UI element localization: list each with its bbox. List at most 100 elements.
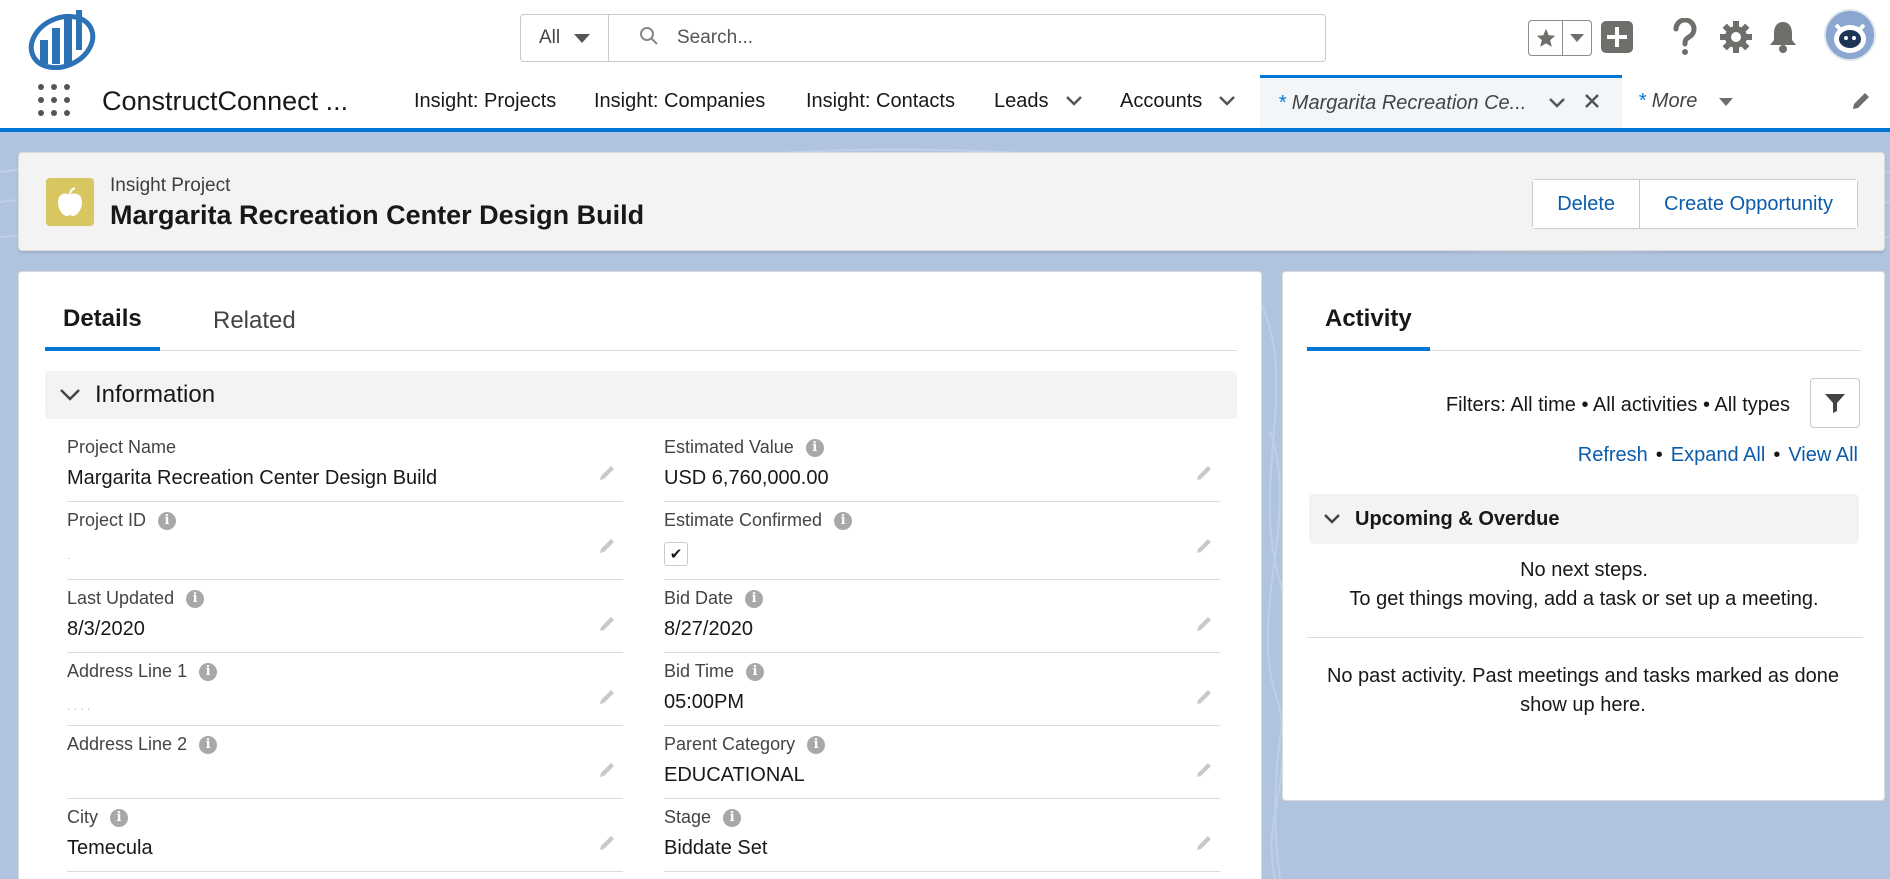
caret-down-icon	[574, 33, 591, 43]
favorites-dropdown-button[interactable]	[1563, 21, 1591, 55]
edit-pencil-icon[interactable]	[1194, 614, 1214, 639]
field-value: 8/3/2020	[67, 618, 145, 640]
field-city: City i Temecula	[67, 799, 623, 872]
activity-filters-text: Filters: All time • All activities • All…	[1445, 394, 1790, 416]
separator: •	[1773, 444, 1781, 466]
gear-icon	[1720, 21, 1752, 53]
plus-square-icon	[1601, 21, 1633, 53]
info-icon[interactable]: i	[158, 511, 177, 530]
field-label: Bid Date i	[664, 588, 764, 609]
info-icon[interactable]: i	[834, 511, 853, 530]
upcoming-title: Upcoming & Overdue	[1355, 507, 1560, 530]
chevron-down-icon	[1323, 508, 1341, 531]
nav-tab-margarita-recreation[interactable]: * Margarita Recreation Ce...	[1260, 75, 1622, 128]
edit-pencil-icon[interactable]	[1194, 760, 1214, 785]
edit-pencil-icon[interactable]	[597, 760, 617, 785]
no-past-activity-message: No past activity. Past meetings and task…	[1323, 662, 1843, 720]
user-avatar[interactable]	[1824, 9, 1876, 61]
app-name: ConstructConnect ...	[102, 86, 349, 116]
nav-item-insight-projects[interactable]: Insight: Projects	[414, 75, 556, 128]
refresh-link[interactable]: Refresh	[1578, 444, 1648, 467]
estimate-confirmed-checkbox[interactable]: ✔	[664, 542, 688, 566]
filter-button[interactable]	[1810, 378, 1860, 428]
favorite-star-button[interactable]	[1529, 21, 1563, 55]
nav-more-label: More	[1651, 90, 1698, 112]
search-scope-dropdown[interactable]: All	[521, 15, 609, 61]
message-line: To get things moving, add a task or set …	[1349, 588, 1819, 610]
info-icon[interactable]: i	[805, 438, 824, 457]
field-estimate-confirmed: Estimate Confirmed i ✔	[664, 502, 1220, 580]
edit-pencil-icon[interactable]	[597, 687, 617, 712]
field-bid-date: Bid Date i 8/27/2020	[664, 580, 1220, 653]
info-icon[interactable]: i	[186, 589, 205, 608]
nav-item-label: Leads	[994, 90, 1049, 112]
info-icon[interactable]: i	[199, 735, 218, 754]
edit-pencil-icon[interactable]	[1194, 833, 1214, 858]
edit-pencil-icon[interactable]	[597, 614, 617, 639]
message-line: show up here.	[1520, 694, 1646, 716]
tab-activity[interactable]: Activity	[1307, 290, 1430, 351]
search-field	[609, 15, 1325, 61]
no-next-steps-message: No next steps. To get things moving, add…	[1309, 556, 1859, 614]
edit-pencil-icon[interactable]	[1194, 463, 1214, 488]
field-project-name: Project Name Margarita Recreation Center…	[67, 429, 623, 502]
expand-all-link[interactable]: Expand All	[1671, 444, 1766, 467]
search-input[interactable]	[677, 27, 1277, 49]
message-line: No past activity. Past meetings and task…	[1326, 665, 1840, 687]
nav-tab-label: Margarita Recreation Ce...	[1291, 91, 1527, 114]
info-icon[interactable]: i	[745, 589, 764, 608]
edit-nav-button[interactable]	[1850, 90, 1872, 117]
field-value: 05:00PM	[664, 691, 745, 713]
view-all-link[interactable]: View All	[1788, 444, 1858, 467]
field-bid-time: Bid Time i 05:00PM	[664, 653, 1220, 726]
nav-item-leads[interactable]: Leads	[994, 75, 1083, 128]
upcoming-overdue-toggle[interactable]: Upcoming & Overdue	[1309, 494, 1859, 544]
create-opportunity-button[interactable]: Create Opportunity	[1639, 180, 1857, 228]
tab-details[interactable]: Details	[45, 290, 160, 351]
field-parent-category: Parent Category i EDUCATIONAL	[664, 726, 1220, 799]
unsaved-marker: *	[1638, 90, 1646, 112]
field-label: Parent Category i	[664, 734, 826, 755]
company-logo-icon[interactable]	[22, 6, 96, 71]
chevron-down-icon[interactable]	[1548, 92, 1566, 115]
search-scope-label: All	[539, 27, 561, 48]
nav-item-accounts[interactable]: Accounts	[1120, 75, 1236, 128]
field-value: EDUCATIONAL	[664, 764, 805, 786]
global-actions-button[interactable]	[1600, 20, 1634, 59]
app-launcher-button[interactable]	[38, 84, 70, 116]
details-card: Details Related Information Project Name…	[18, 271, 1262, 879]
message-line: No next steps.	[1520, 559, 1648, 581]
info-icon[interactable]: i	[110, 808, 128, 827]
chevron-down-icon[interactable]	[1065, 90, 1083, 113]
nav-item-label: Accounts	[1120, 90, 1203, 112]
caret-down-icon	[1719, 97, 1734, 106]
notifications-button[interactable]	[1768, 20, 1798, 59]
information-section-toggle[interactable]: Information	[45, 371, 1237, 419]
info-icon[interactable]: i	[746, 662, 765, 681]
delete-button[interactable]: Delete	[1533, 180, 1640, 228]
edit-pencil-icon[interactable]	[597, 833, 617, 858]
global-search: All	[520, 14, 1326, 62]
nav-item-insight-contacts[interactable]: Insight: Contacts	[806, 75, 955, 128]
edit-pencil-icon[interactable]	[1194, 687, 1214, 712]
nav-more[interactable]: * More	[1638, 75, 1734, 128]
tab-related[interactable]: Related	[195, 290, 314, 351]
help-button[interactable]	[1672, 17, 1698, 61]
nav-item-insight-companies[interactable]: Insight: Companies	[594, 75, 765, 128]
chevron-down-icon[interactable]	[1218, 90, 1236, 113]
info-icon[interactable]: i	[723, 808, 742, 827]
pencil-icon	[1853, 93, 1869, 109]
close-icon[interactable]	[1584, 92, 1600, 115]
favorites-group	[1528, 20, 1592, 56]
record-actions: Delete Create Opportunity	[1532, 179, 1858, 229]
separator: •	[1655, 444, 1663, 466]
nav-item-label: Insight: Contacts	[806, 90, 955, 112]
edit-pencil-icon[interactable]	[597, 463, 617, 488]
setup-button[interactable]	[1719, 20, 1753, 59]
info-icon[interactable]: i	[807, 735, 826, 754]
info-icon[interactable]: i	[199, 662, 218, 681]
field-value: 8/27/2020	[664, 618, 753, 640]
edit-pencil-icon[interactable]	[1194, 536, 1214, 561]
edit-pencil-icon[interactable]	[597, 536, 617, 561]
astro-avatar-icon	[1826, 11, 1874, 59]
